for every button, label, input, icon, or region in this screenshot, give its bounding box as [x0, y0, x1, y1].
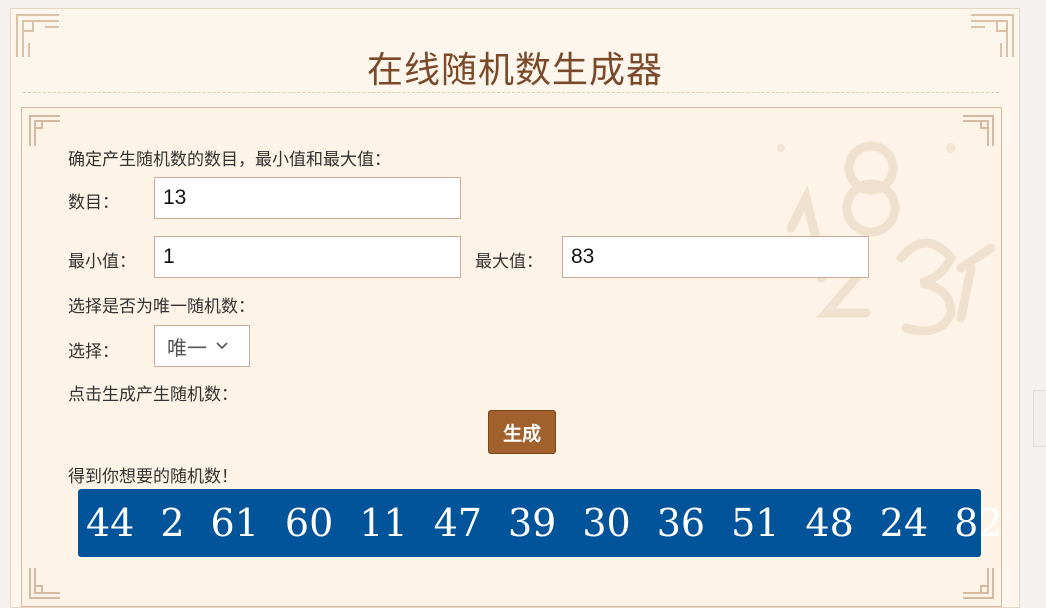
result-display: 44 2 61 60 11 47 39 30 36 51 48 24 82: [78, 489, 1003, 557]
select-label: 选择：: [68, 342, 119, 362]
unique-intro-text: 选择是否为唯一随机数：: [68, 297, 255, 317]
chevron-down-icon: [216, 342, 228, 350]
result-number: 36: [656, 501, 706, 545]
result-number: 11: [359, 501, 408, 545]
unique-select[interactable]: 唯一: [154, 325, 250, 367]
result-number: 61: [210, 501, 259, 545]
result-number: 44: [86, 501, 135, 545]
result-number: 2: [160, 501, 185, 545]
result-number: 60: [284, 501, 334, 545]
side-scroll-tab[interactable]: [1033, 390, 1046, 447]
result-number: 48: [805, 501, 854, 545]
generator-panel: 确定产生随机数的数目，最小值和最大值： 数目： 13 最小值： 1 最大值： 8…: [21, 107, 1003, 607]
result-number: 30: [582, 501, 631, 545]
generate-intro-text: 点击生成产生随机数：: [68, 385, 238, 405]
result-number: 47: [433, 501, 482, 545]
page-title: 在线随机数生成器: [366, 50, 663, 91]
count-label: 数目：: [68, 193, 119, 213]
page-frame: 在线随机数生成器 确定产生随机数的数目，最小值和最大值： 数目： 13 最小值：…: [10, 8, 1020, 608]
generate-button[interactable]: 生成: [488, 410, 556, 454]
corner-ornament-icon: [28, 114, 62, 148]
count-input[interactable]: 13: [154, 177, 461, 219]
corner-ornament-icon: [961, 566, 995, 600]
result-number: 51: [731, 501, 780, 545]
corner-ornament-icon: [961, 114, 995, 148]
min-input[interactable]: 1: [154, 236, 461, 278]
corner-ornament-icon: [28, 566, 62, 600]
title-divider: [23, 92, 999, 93]
max-label: 最大值：: [475, 252, 543, 272]
max-input[interactable]: 83: [562, 236, 869, 278]
result-number: 24: [879, 501, 929, 545]
result-number: 39: [507, 501, 557, 545]
unique-select-value: 唯一: [167, 335, 207, 360]
result-number: 82: [954, 501, 1003, 545]
result-intro-text: 得到你想要的随机数！: [68, 467, 238, 487]
min-label: 最小值：: [68, 252, 136, 272]
intro-text: 确定产生随机数的数目，最小值和最大值：: [68, 150, 391, 170]
